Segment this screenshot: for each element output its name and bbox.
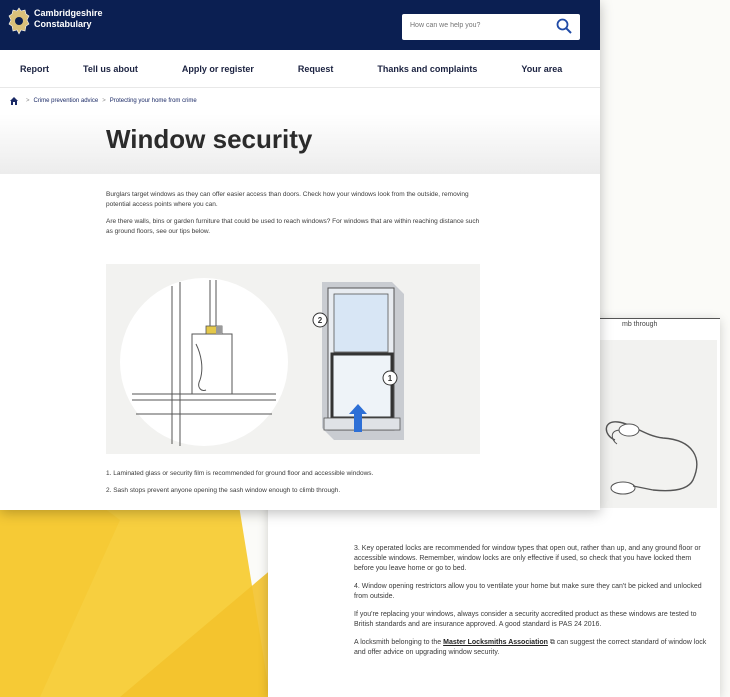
nav-apply-or-register[interactable]: Apply or register	[182, 64, 254, 74]
breadcrumb-separator: >	[102, 98, 106, 104]
intro-text: Burglars target windows as they can offe…	[106, 190, 480, 244]
climb-through-fragment: mb through	[622, 321, 658, 328]
tip-4: 4. Window opening restrictors allow you …	[354, 583, 702, 600]
replacing-windows-text: If you're replacing your windows, always…	[354, 611, 697, 628]
external-link-icon: ⧉	[549, 639, 555, 646]
intro-paragraph-1: Burglars target windows as they can offe…	[106, 191, 469, 208]
breadcrumb-protecting-home[interactable]: Protecting your home from crime	[110, 98, 197, 104]
window-restrictor-illustration	[593, 340, 717, 508]
page-hero: Window security	[0, 114, 600, 174]
tip-3: 3. Key operated locks are recommended fo…	[354, 545, 701, 572]
tips-list: 1. Laminated glass or security film is r…	[106, 470, 506, 504]
window-security-illustration: 2 1	[106, 264, 480, 454]
back-page-text: 3. Key operated locks are recommended fo…	[354, 544, 712, 666]
master-locksmiths-link[interactable]: Master Locksmiths Association	[443, 639, 548, 646]
breadcrumb: > Crime prevention advice > Protecting y…	[0, 88, 600, 114]
tip-2: 2. Sash stops prevent anyone opening the…	[106, 487, 341, 494]
home-icon[interactable]	[10, 97, 18, 105]
search-input[interactable]	[410, 22, 540, 29]
tip-1: 1. Laminated glass or security film is r…	[106, 470, 374, 477]
callout-2: 2	[318, 316, 323, 325]
search-icon[interactable]	[556, 18, 572, 34]
breadcrumb-crime-prevention[interactable]: Crime prevention advice	[34, 98, 99, 104]
main-navigation: Report Tell us about Apply or register R…	[0, 50, 600, 88]
page-title: Window security	[106, 124, 313, 154]
nav-tell-us-about[interactable]: Tell us about	[83, 64, 138, 74]
site-logo-text[interactable]: Cambridgeshire Constabulary	[34, 8, 103, 30]
front-page-card: Cambridgeshire Constabulary Report Tell …	[0, 0, 600, 510]
nav-request[interactable]: Request	[298, 64, 334, 74]
callout-1: 1	[388, 374, 393, 383]
police-crest-icon	[8, 7, 30, 35]
nav-thanks-and-complaints[interactable]: Thanks and complaints	[377, 64, 477, 74]
breadcrumb-separator: >	[26, 98, 30, 104]
nav-report[interactable]: Report	[20, 64, 49, 74]
site-header: Cambridgeshire Constabulary	[0, 0, 600, 50]
locksmith-paragraph: A locksmith belonging to the Master Lock…	[354, 639, 707, 656]
intro-paragraph-2: Are there walls, bins or garden furnitur…	[106, 218, 480, 235]
nav-your-area[interactable]: Your area	[521, 64, 562, 74]
search-box	[402, 14, 580, 40]
